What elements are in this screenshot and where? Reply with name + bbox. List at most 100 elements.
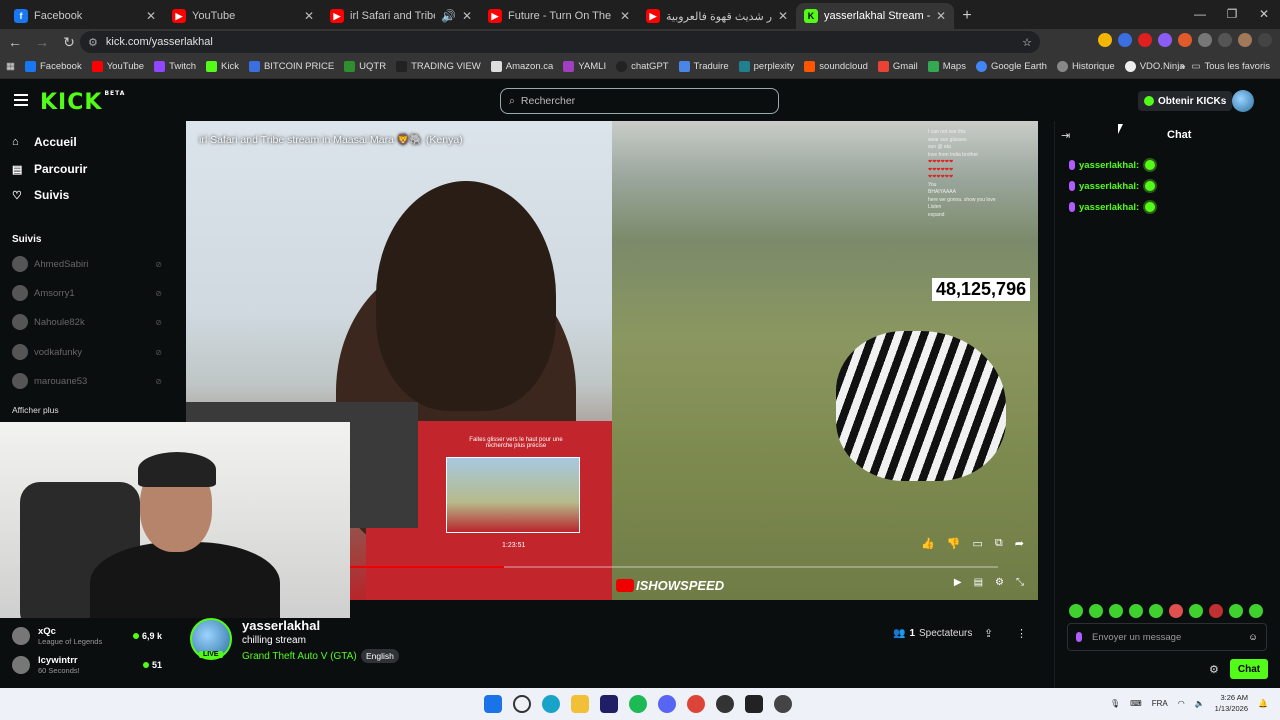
bookmark-historique[interactable]: Historique	[1056, 61, 1115, 72]
minimize-button[interactable]: —	[1184, 0, 1216, 28]
site-info-icon[interactable]: ⚙	[88, 36, 98, 49]
profile-avatar[interactable]	[1238, 33, 1252, 47]
close-icon[interactable]: ✕	[936, 9, 946, 23]
hamburger-menu-icon[interactable]	[14, 94, 28, 106]
emote-icon[interactable]	[1109, 604, 1123, 618]
bookmark-soundcloud[interactable]: soundcloud	[804, 61, 868, 72]
sidebar-item-parcourir[interactable]: ▤ Parcourir	[12, 162, 87, 176]
bookmark-perplexity[interactable]: perplexity	[738, 61, 794, 72]
keyboard-icon[interactable]: ⌨	[1130, 699, 1142, 708]
chat-settings-icon[interactable]: ⚙	[1209, 663, 1219, 676]
tab-facebook[interactable]: f Facebook ✕	[6, 3, 164, 29]
show-more-link[interactable]: Afficher plus	[12, 405, 59, 415]
comment-icon[interactable]: ▭	[973, 537, 983, 550]
captions-icon[interactable]: ▤	[974, 577, 983, 588]
share-arrow-icon[interactable]: ➦	[1015, 537, 1024, 550]
following-channel[interactable]: Amsorry1 ⊘	[12, 285, 162, 301]
emote-icon[interactable]	[1089, 604, 1103, 618]
emote-icon[interactable]	[1129, 604, 1143, 618]
more-options-icon[interactable]: ⋮	[1016, 627, 1027, 640]
language-tag[interactable]: English	[361, 649, 399, 663]
epic-games-icon[interactable]	[745, 695, 763, 713]
tab-future[interactable]: ▶ Future - Turn On The Lights (Of ✕	[480, 3, 638, 29]
apps-icon[interactable]: ▦	[6, 61, 15, 72]
video-progress-bar[interactable]	[348, 566, 998, 568]
volume-icon[interactable]: 🔈	[1195, 699, 1205, 708]
sidepanel-icon[interactable]	[1218, 33, 1232, 47]
user-avatar[interactable]	[1232, 90, 1254, 112]
search-icon[interactable]	[513, 695, 531, 713]
obs-icon[interactable]	[716, 695, 734, 713]
extension-icon[interactable]	[1098, 33, 1112, 47]
bookmark-yamli[interactable]: YAMLI	[563, 61, 606, 72]
chevron-right-icon[interactable]: »	[1180, 61, 1185, 72]
maximize-button[interactable]: ❐	[1216, 0, 1248, 28]
bookmark-twitch[interactable]: Twitch	[154, 61, 196, 72]
following-channel[interactable]: vodkafunky ⊘	[12, 344, 162, 360]
back-button[interactable]: ←	[3, 30, 27, 54]
close-icon[interactable]: ✕	[146, 9, 156, 23]
chat-message[interactable]: yasserlakhal:	[1069, 200, 1158, 214]
emote-icon[interactable]	[1209, 604, 1223, 618]
puzzle-icon[interactable]	[1198, 33, 1212, 47]
bookmark-bitcoin[interactable]: BITCOIN PRICE	[248, 61, 334, 72]
emote-icon[interactable]	[1169, 604, 1183, 618]
bookmark-chatgpt[interactable]: chatGPT	[616, 61, 669, 72]
extension-icon[interactable]	[1118, 33, 1132, 47]
emote-icon[interactable]	[1229, 604, 1243, 618]
recommended-channel[interactable]: lcywintrr 60 Seconds! 51	[12, 655, 162, 675]
tab-arabic[interactable]: ▶ نهار شديث قهوة فالعروبية " ✕	[638, 3, 796, 29]
language-indicator[interactable]: FRA	[1152, 699, 1168, 708]
bookmark-youtube[interactable]: YouTube	[91, 61, 144, 72]
send-chat-button[interactable]: Chat	[1230, 659, 1268, 679]
emote-icon[interactable]	[1069, 604, 1083, 618]
windows-start-icon[interactable]	[484, 695, 502, 713]
emote-icon[interactable]	[1149, 604, 1163, 618]
kick-logo[interactable]: KICK BETA	[40, 90, 125, 115]
tab-kick-stream[interactable]: K yasserlakhal Stream - Watch Li ✕	[796, 3, 954, 29]
bookmark-tradingview[interactable]: TRADING VIEW	[396, 61, 481, 72]
spotify-icon[interactable]	[629, 695, 647, 713]
extension-icon[interactable]	[1178, 33, 1192, 47]
premiere-icon[interactable]	[600, 695, 618, 713]
sidebar-item-suivis[interactable]: ♡ Suivis	[12, 188, 69, 202]
settings-gear-icon[interactable]: ⚙	[995, 577, 1004, 588]
wifi-icon[interactable]: ◠	[1178, 699, 1185, 708]
search-input[interactable]: ⌕ Rechercher	[500, 88, 779, 114]
reload-button[interactable]: ↻	[57, 30, 81, 54]
bookmark-maps[interactable]: Maps	[927, 61, 966, 72]
emote-icon[interactable]	[1249, 604, 1263, 618]
discord-icon[interactable]	[658, 695, 676, 713]
close-icon[interactable]: ✕	[304, 9, 314, 23]
chat-message[interactable]: yasserlakhal:	[1069, 179, 1158, 193]
close-icon[interactable]: ✕	[778, 9, 788, 23]
bookmark-vdo-ninja[interactable]: VDO.Ninja	[1124, 61, 1185, 72]
chat-message[interactable]: yasserlakhal:	[1069, 158, 1158, 172]
emote-icon[interactable]	[1189, 604, 1203, 618]
bookmark-kick[interactable]: Kick	[206, 61, 239, 72]
collapse-chat-icon[interactable]: ⇥	[1061, 129, 1070, 142]
extension-icon[interactable]	[1138, 33, 1152, 47]
bookmark-gmail[interactable]: Gmail	[877, 61, 918, 72]
new-tab-button[interactable]: +	[954, 3, 980, 29]
emoji-icon[interactable]: ☺	[1248, 632, 1258, 643]
chat-message-input[interactable]: Envoyer un message ☺	[1067, 623, 1267, 651]
remix-icon[interactable]: ⧉	[995, 537, 1003, 550]
bookmark-uqtr[interactable]: UQTR	[344, 61, 386, 72]
share-icon[interactable]: ⇪	[984, 627, 993, 640]
bookmark-star-icon[interactable]: ☆	[1022, 36, 1032, 49]
extension-icon[interactable]	[1158, 33, 1172, 47]
notification-icon[interactable]: 🔔	[1258, 699, 1268, 708]
following-channel[interactable]: AhmedSabiri ⊘	[12, 256, 162, 272]
get-kicks-button[interactable]: Obtenir KICKs	[1138, 91, 1233, 111]
forward-button[interactable]: →	[30, 30, 54, 54]
tab-youtube[interactable]: ▶ YouTube ✕	[164, 3, 322, 29]
thumbs-up-icon[interactable]: 👍	[921, 537, 935, 550]
thumbs-down-icon[interactable]: 👎	[947, 537, 961, 550]
clock[interactable]: 3:26 AM 1/13/2026	[1215, 692, 1248, 714]
app-icon[interactable]	[774, 695, 792, 713]
stream-category[interactable]: Grand Theft Auto V (GTA)	[242, 651, 357, 662]
close-icon[interactable]: ✕	[462, 9, 472, 23]
mic-icon[interactable]: 🎙	[1110, 699, 1120, 708]
window-close-button[interactable]: ✕	[1248, 0, 1280, 28]
